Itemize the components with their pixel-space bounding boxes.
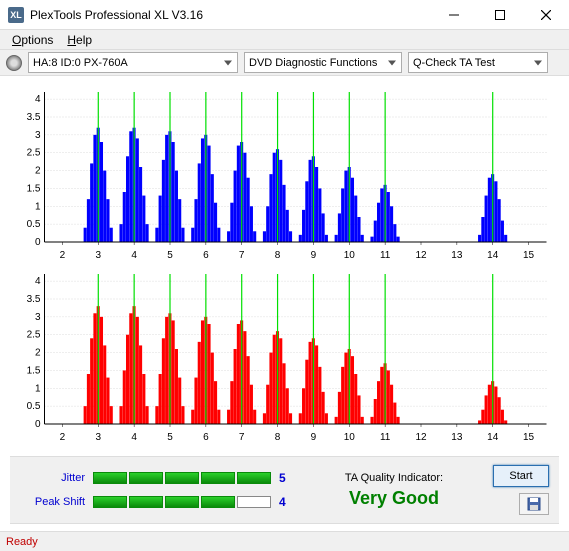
save-button[interactable] <box>519 493 549 515</box>
jitter-value: 5 <box>279 471 295 485</box>
svg-text:2.5: 2.5 <box>27 148 41 159</box>
peakshift-value: 4 <box>279 495 295 509</box>
svg-text:3: 3 <box>35 130 41 141</box>
svg-text:14: 14 <box>487 250 499 261</box>
svg-text:3.5: 3.5 <box>27 294 41 305</box>
svg-text:2: 2 <box>35 348 41 359</box>
minimize-button[interactable] <box>431 0 477 29</box>
window-title: PlexTools Professional XL V3.16 <box>30 8 431 22</box>
test-select[interactable]: Q-Check TA Test <box>408 52 548 73</box>
svg-text:8: 8 <box>275 432 281 443</box>
svg-text:5: 5 <box>167 250 173 261</box>
quality-bar-segment <box>93 472 127 484</box>
menu-bar: Options Help <box>0 30 569 50</box>
quality-value: Very Good <box>295 488 493 509</box>
function-select[interactable]: DVD Diagnostic Functions <box>244 52 402 73</box>
svg-text:13: 13 <box>451 250 463 261</box>
status-text: Ready <box>6 536 38 548</box>
svg-text:3.5: 3.5 <box>27 112 41 123</box>
title-bar: XL PlexTools Professional XL V3.16 <box>0 0 569 30</box>
svg-text:13: 13 <box>451 432 463 443</box>
svg-text:15: 15 <box>523 432 535 443</box>
svg-text:8: 8 <box>275 250 281 261</box>
svg-text:5: 5 <box>167 432 173 443</box>
svg-text:7: 7 <box>239 250 245 261</box>
svg-text:2.5: 2.5 <box>27 330 41 341</box>
svg-text:0: 0 <box>35 419 41 430</box>
quality-bar-segment <box>165 472 199 484</box>
svg-text:1: 1 <box>35 383 41 394</box>
window-controls <box>431 0 569 29</box>
chart-bottom: 0 0.5 1 1.5 2 2.5 3 3.5 4 2 3 4 5 6 7 8 9 10 11 12 13 14 15 <box>10 266 559 446</box>
svg-text:12: 12 <box>415 250 427 261</box>
svg-text:1.5: 1.5 <box>27 183 41 194</box>
svg-text:1: 1 <box>35 201 41 212</box>
svg-text:4: 4 <box>131 432 137 443</box>
toolbar: HA:8 ID:0 PX-760A DVD Diagnostic Functio… <box>0 50 569 76</box>
svg-text:6: 6 <box>203 432 209 443</box>
svg-text:0.5: 0.5 <box>27 219 41 230</box>
app-icon: XL <box>8 7 24 23</box>
quality-bar-segment <box>165 496 199 508</box>
maximize-button[interactable] <box>477 0 523 29</box>
metrics: Jitter 5 Peak Shift 4 <box>20 471 295 509</box>
disc-icon <box>6 55 22 71</box>
quality-bar-segment <box>129 496 163 508</box>
svg-text:3: 3 <box>96 250 102 261</box>
floppy-icon <box>527 497 541 511</box>
quality-bar-segment <box>129 472 163 484</box>
close-button[interactable] <box>523 0 569 29</box>
chart-area: 00.511.522.533.5423456789101112131415 00… <box>0 76 569 452</box>
svg-text:11: 11 <box>380 250 391 261</box>
svg-text:12: 12 <box>415 432 427 443</box>
peakshift-bars <box>93 496 271 508</box>
svg-text:6: 6 <box>203 250 209 261</box>
quality-bar-segment <box>237 496 271 508</box>
menu-help[interactable]: Help <box>61 31 98 49</box>
svg-text:2: 2 <box>60 250 66 261</box>
quality-bar-segment <box>237 472 271 484</box>
svg-text:10: 10 <box>344 432 356 443</box>
chart-top: 0 0.5 1 1.5 2 2.5 3 3.5 4 2 3 4 5 6 7 8 9 10 11 12 13 14 15 <box>10 84 559 264</box>
svg-text:14: 14 <box>487 432 499 443</box>
start-button[interactable]: Start <box>493 465 549 487</box>
quality-label: TA Quality Indicator: <box>295 472 493 484</box>
svg-text:2: 2 <box>35 166 41 177</box>
jitter-row: Jitter 5 <box>20 471 295 485</box>
status-bar: Ready <box>0 531 569 551</box>
svg-text:3: 3 <box>96 432 102 443</box>
svg-text:7: 7 <box>239 432 245 443</box>
bottom-panel: Jitter 5 Peak Shift 4 TA Quality Indicat… <box>10 456 559 524</box>
quality-bar-segment <box>201 472 235 484</box>
menu-options[interactable]: Options <box>6 31 59 49</box>
svg-text:0: 0 <box>35 237 41 248</box>
svg-text:4: 4 <box>35 276 41 287</box>
svg-text:9: 9 <box>311 250 317 261</box>
drive-select[interactable]: HA:8 ID:0 PX-760A <box>28 52 238 73</box>
svg-text:4: 4 <box>35 94 41 105</box>
jitter-bars <box>93 472 271 484</box>
svg-text:3: 3 <box>35 312 41 323</box>
quality-indicator: TA Quality Indicator: Very Good <box>295 472 493 509</box>
svg-text:2: 2 <box>60 432 66 443</box>
svg-text:11: 11 <box>380 432 391 443</box>
peakshift-label: Peak Shift <box>20 496 85 508</box>
svg-text:15: 15 <box>523 250 535 261</box>
svg-text:4: 4 <box>131 250 137 261</box>
svg-text:0.5: 0.5 <box>27 401 41 412</box>
svg-text:10: 10 <box>344 250 356 261</box>
jitter-label: Jitter <box>20 472 85 484</box>
quality-bar-segment <box>201 496 235 508</box>
quality-bar-segment <box>93 496 127 508</box>
svg-text:9: 9 <box>311 432 317 443</box>
svg-text:1.5: 1.5 <box>27 365 41 376</box>
peakshift-row: Peak Shift 4 <box>20 495 295 509</box>
